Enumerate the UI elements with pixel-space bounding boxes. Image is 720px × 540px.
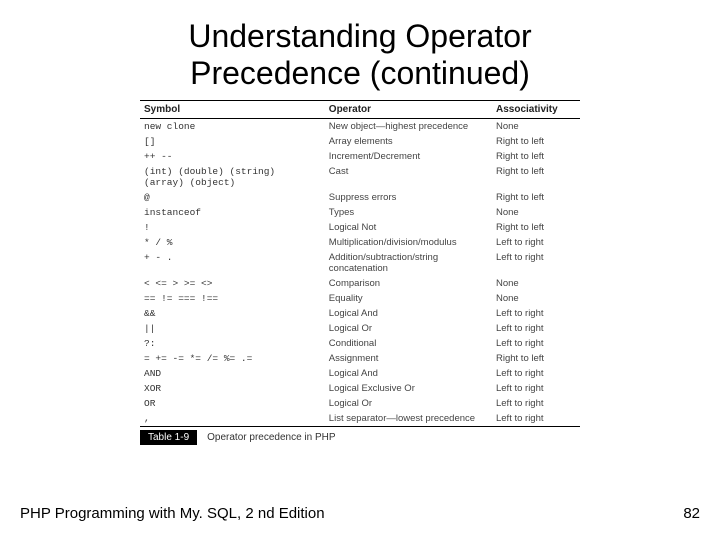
table-row: == != === !==EqualityNone: [140, 291, 580, 306]
table-row: ++ --Increment/DecrementRight to left: [140, 149, 580, 164]
cell-assoc: Left to right: [492, 250, 580, 276]
cell-operator: Types: [325, 205, 492, 220]
cell-operator: Logical And: [325, 366, 492, 381]
table-body: new cloneNew object—highest precedenceNo…: [140, 118, 580, 426]
cell-assoc: Left to right: [492, 336, 580, 351]
cell-operator: Logical And: [325, 306, 492, 321]
cell-assoc: Left to right: [492, 321, 580, 336]
cell-assoc: None: [492, 291, 580, 306]
cell-assoc: Left to right: [492, 235, 580, 250]
cell-symbol: XOR: [140, 381, 325, 396]
table-row: ANDLogical AndLeft to right: [140, 366, 580, 381]
table-row: * / %Multiplication/division/modulusLeft…: [140, 235, 580, 250]
cell-assoc: Right to left: [492, 134, 580, 149]
cell-operator: Logical Not: [325, 220, 492, 235]
cell-operator: Increment/Decrement: [325, 149, 492, 164]
table-row: new cloneNew object—highest precedenceNo…: [140, 118, 580, 134]
table-row: @Suppress errorsRight to left: [140, 190, 580, 205]
cell-assoc: Right to left: [492, 149, 580, 164]
precedence-table-wrap: Symbol Operator Associativity new cloneN…: [140, 100, 580, 445]
cell-symbol: == != === !==: [140, 291, 325, 306]
table-caption: Table 1-9 Operator precedence in PHP: [140, 427, 580, 445]
table-row: instanceofTypesNone: [140, 205, 580, 220]
cell-symbol: new clone: [140, 118, 325, 134]
cell-operator: Cast: [325, 164, 492, 190]
table-header-row: Symbol Operator Associativity: [140, 100, 580, 118]
cell-operator: Addition/subtraction/string concatenatio…: [325, 250, 492, 276]
cell-operator: Logical Or: [325, 321, 492, 336]
cell-operator: New object—highest precedence: [325, 118, 492, 134]
table-row: ,List separator—lowest precedenceLeft to…: [140, 411, 580, 427]
cell-symbol: (int) (double) (string) (array) (object): [140, 164, 325, 190]
table-row: ?:ConditionalLeft to right: [140, 336, 580, 351]
header-operator: Operator: [325, 100, 492, 118]
precedence-table: Symbol Operator Associativity new cloneN…: [140, 100, 580, 445]
cell-operator: Logical Or: [325, 396, 492, 411]
table-row: = += -= *= /= %= .=AssignmentRight to le…: [140, 351, 580, 366]
cell-assoc: Right to left: [492, 164, 580, 190]
cell-operator: Equality: [325, 291, 492, 306]
cell-assoc: Left to right: [492, 366, 580, 381]
cell-assoc: Left to right: [492, 411, 580, 427]
header-assoc: Associativity: [492, 100, 580, 118]
cell-assoc: None: [492, 205, 580, 220]
header-symbol: Symbol: [140, 100, 325, 118]
cell-assoc: Left to right: [492, 381, 580, 396]
slide: Understanding Operator Precedence (conti…: [0, 0, 720, 540]
caption-text: Operator precedence in PHP: [207, 432, 335, 443]
cell-symbol: &&: [140, 306, 325, 321]
caption-tag: Table 1-9: [140, 430, 197, 445]
footer-left: PHP Programming with My. SQL, 2 nd Editi…: [20, 505, 325, 522]
cell-symbol: !: [140, 220, 325, 235]
title-line-1: Understanding Operator: [188, 18, 531, 54]
cell-symbol: instanceof: [140, 205, 325, 220]
table-row: XORLogical Exclusive OrLeft to right: [140, 381, 580, 396]
table-caption-row: Table 1-9 Operator precedence in PHP: [140, 426, 580, 445]
cell-operator: Assignment: [325, 351, 492, 366]
cell-symbol: = += -= *= /= %= .=: [140, 351, 325, 366]
table-row: !Logical NotRight to left: [140, 220, 580, 235]
table-row: (int) (double) (string) (array) (object)…: [140, 164, 580, 190]
table-row: &&Logical AndLeft to right: [140, 306, 580, 321]
cell-assoc: Left to right: [492, 396, 580, 411]
cell-symbol: ,: [140, 411, 325, 427]
cell-symbol: OR: [140, 396, 325, 411]
cell-symbol: AND: [140, 366, 325, 381]
cell-operator: Logical Exclusive Or: [325, 381, 492, 396]
cell-operator: List separator—lowest precedence: [325, 411, 492, 427]
table-row: ||Logical OrLeft to right: [140, 321, 580, 336]
cell-symbol: ?:: [140, 336, 325, 351]
table-row: + - .Addition/subtraction/string concate…: [140, 250, 580, 276]
table-row: []Array elementsRight to left: [140, 134, 580, 149]
table-row: ORLogical OrLeft to right: [140, 396, 580, 411]
cell-symbol: ||: [140, 321, 325, 336]
title-line-2: Precedence (continued): [190, 55, 530, 91]
cell-assoc: Right to left: [492, 351, 580, 366]
cell-symbol: ++ --: [140, 149, 325, 164]
cell-symbol: < <= > >= <>: [140, 276, 325, 291]
cell-assoc: None: [492, 276, 580, 291]
cell-symbol: + - .: [140, 250, 325, 276]
cell-operator: Conditional: [325, 336, 492, 351]
cell-assoc: Left to right: [492, 306, 580, 321]
cell-assoc: Right to left: [492, 190, 580, 205]
slide-title: Understanding Operator Precedence (conti…: [28, 18, 692, 92]
cell-operator: Comparison: [325, 276, 492, 291]
cell-assoc: Right to left: [492, 220, 580, 235]
slide-footer: PHP Programming with My. SQL, 2 nd Editi…: [20, 505, 700, 522]
cell-symbol: @: [140, 190, 325, 205]
cell-symbol: []: [140, 134, 325, 149]
table-row: < <= > >= <>ComparisonNone: [140, 276, 580, 291]
cell-symbol: * / %: [140, 235, 325, 250]
footer-page-number: 82: [683, 505, 700, 522]
cell-operator: Multiplication/division/modulus: [325, 235, 492, 250]
cell-operator: Array elements: [325, 134, 492, 149]
cell-assoc: None: [492, 118, 580, 134]
cell-operator: Suppress errors: [325, 190, 492, 205]
